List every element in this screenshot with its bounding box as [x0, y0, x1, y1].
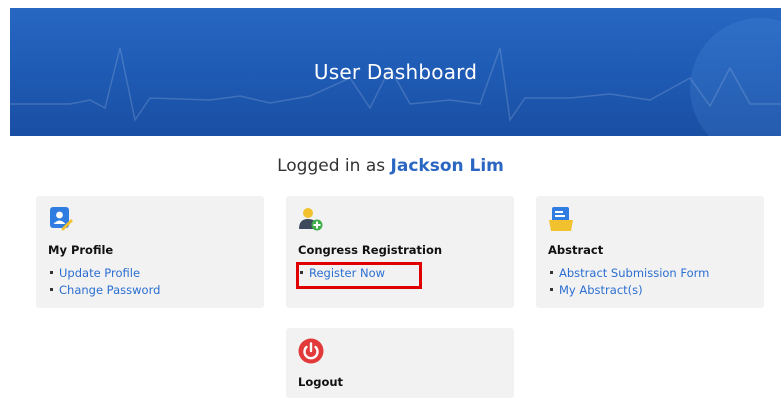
abstract-card-title: Abstract	[548, 243, 604, 257]
user-name: Jackson Lim	[390, 156, 504, 176]
page-title: User Dashboard	[313, 60, 478, 84]
profile-links: Update Profile Change Password	[50, 265, 160, 299]
register-now-highlight	[296, 262, 422, 289]
logged-in-status: Logged in as Jackson Lim	[0, 156, 781, 176]
logout-label[interactable]: Logout	[298, 375, 343, 389]
abstract-submission-link[interactable]: Abstract Submission Form	[550, 265, 709, 282]
header-banner: User Dashboard	[10, 8, 781, 136]
my-abstracts-link[interactable]: My Abstract(s)	[550, 282, 709, 299]
update-profile-link[interactable]: Update Profile	[50, 265, 160, 282]
logged-in-prefix: Logged in as	[277, 156, 386, 176]
abstract-links: Abstract Submission Form My Abstract(s)	[550, 265, 709, 299]
logout-card[interactable]: Logout	[286, 328, 514, 398]
abstract-card: Abstract Abstract Submission Form My Abs…	[536, 196, 764, 308]
add-user-icon	[298, 206, 324, 232]
document-icon	[548, 206, 574, 232]
profile-card-title: My Profile	[48, 243, 114, 257]
power-icon[interactable]	[298, 338, 324, 364]
profile-card: My Profile Update Profile Change Passwor…	[36, 196, 264, 308]
registration-card: Congress Registration Register Now	[286, 196, 514, 308]
user-profile-icon	[48, 206, 74, 232]
registration-card-title: Congress Registration	[298, 243, 443, 257]
change-password-link[interactable]: Change Password	[50, 282, 160, 299]
